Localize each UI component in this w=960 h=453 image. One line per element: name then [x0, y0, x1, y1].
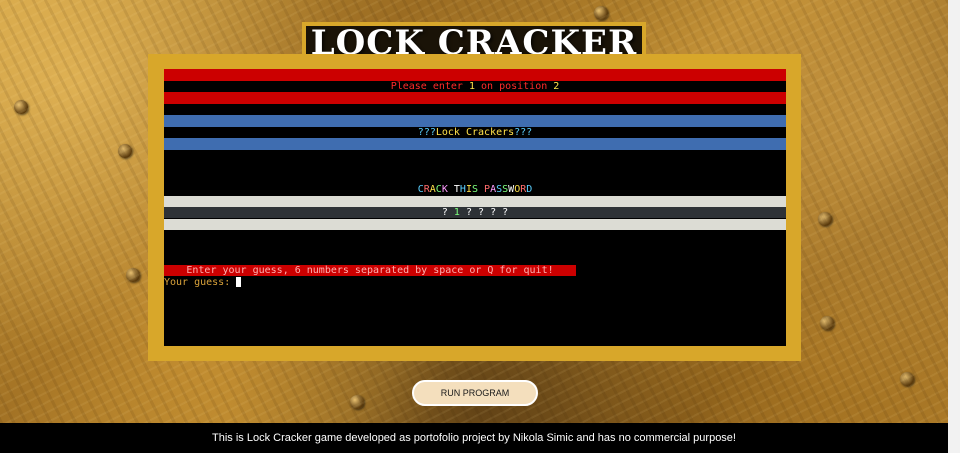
- rivet-icon: [118, 144, 132, 158]
- password-slots: ? 1 ? ? ? ?: [164, 207, 786, 218]
- rivet-icon: [594, 6, 608, 20]
- grey-band-top: [164, 196, 786, 207]
- message-position: 2: [553, 81, 560, 92]
- position-message: Please enter 1 on position 2: [164, 81, 786, 92]
- rivet-icon: [818, 212, 832, 226]
- banner-text: Lock Crackers: [435, 127, 515, 138]
- rivet-icon: [126, 268, 140, 282]
- password-slot: ?: [490, 207, 497, 218]
- run-program-button[interactable]: RUN PROGRAM: [412, 380, 538, 406]
- rivet-icon: [820, 316, 834, 330]
- banner-line: ???Lock Crackers???: [164, 127, 786, 138]
- rivet-icon: [14, 100, 28, 114]
- banner-marks: ???: [514, 127, 533, 138]
- rivet-icon: [350, 395, 364, 409]
- heading-letter: D: [526, 184, 533, 195]
- rivet-icon: [900, 372, 914, 386]
- terminal-screen[interactable]: Please enter 1 on position 2 ???Lock Cra…: [164, 69, 786, 346]
- text-cursor: [236, 277, 241, 287]
- crack-heading: CRACK THIS PASSWORD: [164, 184, 786, 195]
- banner-marks: ???: [417, 127, 436, 138]
- password-slot: ?: [478, 207, 485, 218]
- password-slot: ?: [441, 207, 448, 218]
- message-text: Please enter: [390, 81, 469, 92]
- blue-band-bottom: [164, 138, 786, 150]
- grey-band-bottom: [164, 219, 786, 230]
- message-text: on position: [475, 81, 554, 92]
- footer-text: This is Lock Cracker game developed as p…: [212, 432, 736, 444]
- red-band-top: [164, 69, 786, 81]
- guess-prompt: Enter your guess, 6 numbers separated by…: [164, 265, 576, 276]
- password-slot: ?: [502, 207, 509, 218]
- footer: This is Lock Cracker game developed as p…: [0, 423, 948, 453]
- red-band-bottom: [164, 92, 786, 104]
- password-slot: 1: [453, 207, 460, 218]
- page-edge: [948, 0, 960, 453]
- guess-label: Your guess:: [164, 277, 231, 288]
- blue-band-top: [164, 115, 786, 127]
- password-slot: ?: [465, 207, 472, 218]
